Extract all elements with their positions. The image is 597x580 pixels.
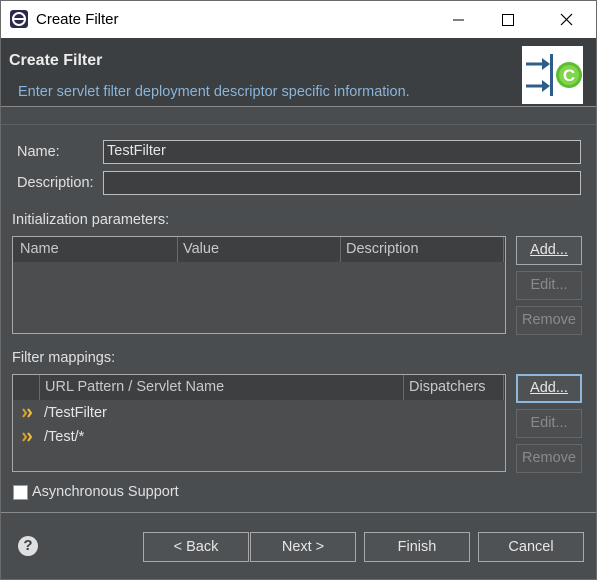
dialog-title: Create Filter — [9, 52, 103, 69]
url-pattern-cell: /TestFilter — [44, 405, 107, 421]
init-params-remove-button[interactable]: Remove — [516, 306, 582, 335]
filter-mapping-icon — [22, 408, 33, 418]
column-divider — [340, 237, 341, 262]
column-divider — [503, 375, 504, 400]
finish-label: Finish — [397, 539, 437, 555]
async-support-label[interactable]: Asynchronous Support — [32, 484, 179, 500]
dialog-header: Create Filter Enter servlet filter deplo… — [1, 38, 596, 106]
filter-mappings-label: Filter mappings: — [12, 350, 116, 366]
description-field[interactable] — [103, 171, 581, 195]
finish-button[interactable]: Finish — [364, 532, 470, 562]
description-label: Description: — [17, 175, 94, 191]
init-params-table[interactable]: Name Value Description — [12, 236, 506, 334]
close-icon[interactable] — [544, 1, 590, 38]
async-support-checkbox[interactable] — [13, 485, 28, 500]
maximize-icon[interactable] — [485, 1, 531, 38]
name-field[interactable]: TestFilter — [103, 140, 581, 164]
header-separator — [1, 106, 596, 107]
filter-wizard-banner-icon: C — [522, 46, 583, 104]
column-divider — [177, 237, 178, 262]
edit-label: Edit... — [530, 415, 568, 431]
column-header-url-pattern[interactable]: URL Pattern / Servlet Name — [45, 379, 224, 395]
column-divider — [39, 375, 40, 400]
back-button[interactable]: < Back — [143, 532, 249, 562]
edit-label: Edit... — [530, 277, 568, 293]
filter-mappings-remove-button[interactable]: Remove — [516, 444, 582, 473]
create-filter-dialog: Create Filter Create Filter Enter servle… — [0, 0, 597, 580]
remove-label: Remove — [522, 312, 576, 328]
column-header-description[interactable]: Description — [346, 241, 419, 257]
add-label: Add... — [530, 242, 568, 258]
minimize-icon[interactable] — [435, 1, 481, 38]
filter-mappings-table[interactable]: URL Pattern / Servlet Name Dispatchers /… — [12, 374, 506, 472]
filter-mappings-header: URL Pattern / Servlet Name Dispatchers — [13, 375, 505, 400]
column-header-dispatchers[interactable]: Dispatchers — [409, 379, 486, 395]
title-bar: Create Filter — [1, 1, 596, 38]
next-label: Next > — [281, 539, 325, 555]
filter-mapping-icon — [22, 432, 33, 442]
init-params-header: Name Value Description — [13, 237, 505, 262]
remove-label: Remove — [522, 450, 576, 466]
next-button[interactable]: Next > — [250, 532, 356, 562]
column-header-name[interactable]: Name — [20, 241, 59, 257]
add-label: Add... — [530, 380, 568, 396]
filter-mappings-add-button[interactable]: Add... — [516, 374, 582, 403]
init-params-add-button[interactable]: Add... — [516, 236, 582, 265]
dialog-subtitle: Enter servlet filter deployment descript… — [18, 84, 410, 100]
help-icon[interactable]: ? — [18, 536, 38, 556]
column-header-value[interactable]: Value — [183, 241, 219, 257]
footer-separator — [1, 512, 596, 513]
header-separator-2 — [1, 124, 596, 125]
window-title: Create Filter — [36, 11, 119, 28]
init-params-edit-button[interactable]: Edit... — [516, 271, 582, 300]
name-label: Name: — [17, 144, 60, 160]
cancel-label: Cancel — [508, 539, 554, 555]
back-label: < Back — [173, 539, 219, 555]
filter-mappings-edit-button[interactable]: Edit... — [516, 409, 582, 438]
cancel-button[interactable]: Cancel — [478, 532, 584, 562]
column-divider — [403, 375, 404, 400]
svg-text:C: C — [563, 66, 575, 85]
eclipse-icon — [10, 10, 28, 28]
column-divider — [503, 237, 504, 262]
init-params-label: Initialization parameters: — [12, 212, 170, 228]
url-pattern-cell: /Test/* — [44, 429, 85, 445]
